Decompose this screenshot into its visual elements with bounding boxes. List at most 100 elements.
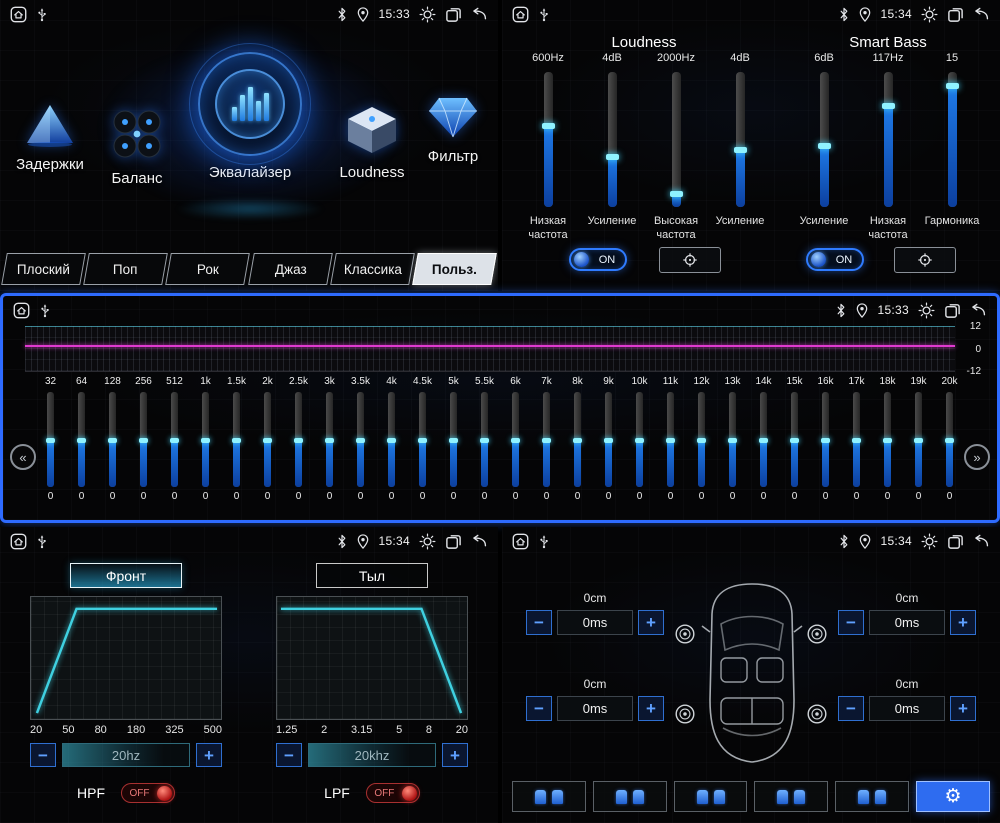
back-icon[interactable]	[471, 533, 488, 550]
band-slider[interactable]	[480, 392, 489, 487]
recents-icon[interactable]	[947, 533, 964, 550]
hpf-minus-button[interactable]: −	[30, 743, 56, 767]
brightness-icon[interactable]	[419, 533, 436, 550]
recents-icon[interactable]	[947, 6, 964, 23]
band-slider[interactable]	[573, 392, 582, 487]
smartbass-on-toggle[interactable]: ON	[806, 248, 864, 271]
band-slider[interactable]	[914, 392, 923, 487]
seat-config-button-5[interactable]	[835, 781, 910, 812]
band-slider[interactable]	[356, 392, 365, 487]
delay-minus-button[interactable]: −	[838, 696, 864, 721]
band-slider[interactable]	[759, 392, 768, 487]
brightness-icon[interactable]	[921, 6, 938, 23]
preset-tab[interactable]: Польз.	[412, 253, 497, 285]
band-slider[interactable]	[77, 392, 86, 487]
delay-plus-button[interactable]: +	[950, 696, 976, 721]
back-icon[interactable]	[970, 302, 987, 319]
seat-config-button-4[interactable]	[754, 781, 829, 812]
band-slider[interactable]	[511, 392, 520, 487]
recents-icon[interactable]	[445, 533, 462, 550]
delay-minus-button[interactable]: −	[526, 696, 552, 721]
band-slider[interactable]	[604, 392, 613, 487]
band-slider[interactable]	[852, 392, 861, 487]
band-slider[interactable]	[883, 392, 892, 487]
preset-tab[interactable]: Джаз	[247, 253, 333, 285]
hpf-frequency-value[interactable]: 20hz	[62, 743, 190, 767]
band-slider[interactable]	[108, 392, 117, 487]
delay-minus-button[interactable]: −	[838, 610, 864, 635]
back-icon[interactable]	[973, 6, 990, 23]
slider-track[interactable]	[945, 72, 959, 207]
band-slider[interactable]	[263, 392, 272, 487]
band-slider[interactable]	[139, 392, 148, 487]
hpf-plus-button[interactable]: +	[196, 743, 222, 767]
lpf-minus-button[interactable]: −	[276, 743, 302, 767]
slider-track[interactable]	[669, 72, 683, 207]
band-slider[interactable]	[635, 392, 644, 487]
recents-icon[interactable]	[445, 6, 462, 23]
recents-icon[interactable]	[944, 302, 961, 319]
lpf-frequency-value[interactable]: 20khz	[308, 743, 436, 767]
delay-minus-button[interactable]: −	[526, 610, 552, 635]
preset-tab[interactable]: Плоский	[1, 253, 86, 285]
band-slider[interactable]	[697, 392, 706, 487]
delay-plus-button[interactable]: +	[638, 696, 664, 721]
band-slider[interactable]	[170, 392, 179, 487]
preset-tab[interactable]: Классика	[329, 253, 415, 285]
band-slider[interactable]	[418, 392, 427, 487]
slider-track[interactable]	[605, 72, 619, 207]
brightness-icon[interactable]	[921, 533, 938, 550]
home-icon[interactable]	[10, 6, 27, 23]
next-page-button[interactable]: »	[964, 444, 990, 470]
slider-track[interactable]	[817, 72, 831, 207]
band-slider[interactable]	[542, 392, 551, 487]
home-icon[interactable]	[13, 302, 30, 319]
brightness-icon[interactable]	[419, 6, 436, 23]
delay-plus-button[interactable]: +	[950, 610, 976, 635]
smartbass-reset-button[interactable]	[894, 247, 956, 273]
band-slider[interactable]	[325, 392, 334, 487]
preset-tab[interactable]: Рок	[165, 253, 251, 285]
band-slider[interactable]	[945, 392, 954, 487]
tab-front[interactable]: Фронт	[70, 563, 182, 588]
distance-value: 0cm	[895, 591, 919, 605]
home-icon[interactable]	[512, 533, 529, 550]
delay-stepper-row: − 0ms +	[526, 696, 664, 721]
hpf-off-toggle[interactable]: OFF	[121, 783, 175, 803]
seat-config-button-3[interactable]	[673, 781, 748, 812]
band-slider[interactable]	[201, 392, 210, 487]
menu-item-delays[interactable]: Задержки	[8, 102, 92, 173]
brightness-icon[interactable]	[918, 302, 935, 319]
home-icon[interactable]	[512, 6, 529, 23]
back-icon[interactable]	[471, 6, 488, 23]
band-slider[interactable]	[728, 392, 737, 487]
preset-tab[interactable]: Поп	[83, 253, 169, 285]
band-slider[interactable]	[46, 392, 55, 487]
tab-rear[interactable]: Тыл	[316, 563, 428, 588]
band-slider[interactable]	[666, 392, 675, 487]
slider-track[interactable]	[733, 72, 747, 207]
lpf-off-toggle[interactable]: OFF	[365, 783, 420, 803]
loudness-on-toggle[interactable]: ON	[569, 248, 627, 271]
seat-config-button-1[interactable]	[512, 781, 586, 812]
band-slider[interactable]	[449, 392, 458, 487]
loudness-reset-button[interactable]	[659, 247, 721, 273]
menu-item-filter[interactable]: Фильтр	[414, 94, 492, 165]
band-slider[interactable]	[790, 392, 799, 487]
home-icon[interactable]	[10, 533, 27, 550]
settings-button[interactable]: ⚙	[916, 781, 990, 812]
delay-plus-button[interactable]: +	[638, 610, 664, 635]
lpf-plus-button[interactable]: +	[442, 743, 468, 767]
back-icon[interactable]	[973, 533, 990, 550]
menu-item-loudness[interactable]: Loudness	[326, 104, 418, 181]
prev-page-button[interactable]: «	[10, 444, 36, 470]
slider-track[interactable]	[541, 72, 555, 207]
band-slider[interactable]	[821, 392, 830, 487]
band-slider[interactable]	[232, 392, 241, 487]
band-slider[interactable]	[294, 392, 303, 487]
band-slider[interactable]	[387, 392, 396, 487]
slider-track[interactable]	[881, 72, 895, 207]
seat-config-button-2[interactable]	[592, 781, 667, 812]
menu-item-equalizer[interactable]: Эквалайзер	[170, 43, 330, 181]
menu-item-balance[interactable]: Баланс	[94, 106, 180, 187]
